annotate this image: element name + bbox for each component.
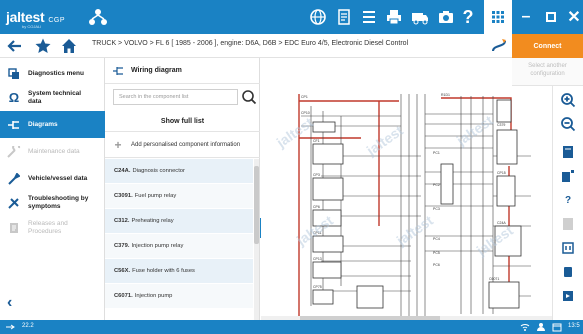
svg-text:PC5: PC5 [433, 251, 440, 255]
fuse-icon[interactable] [560, 264, 576, 280]
app-window: jaltest CGP by COJALI ? – ✕ TRUCK > VOLV… [0, 0, 583, 334]
list-icon[interactable] [359, 7, 379, 27]
svg-text:CP6: CP6 [313, 205, 320, 209]
svg-text:jaltest: jaltest [273, 114, 316, 151]
network-icon[interactable] [88, 7, 108, 27]
help-icon[interactable]: ? [458, 7, 478, 27]
list-item[interactable]: C379. Injection pump relay [105, 234, 253, 259]
svg-text:jaltest: jaltest [363, 122, 406, 159]
document-icon[interactable] [334, 7, 354, 27]
troubleshoot-icon [0, 197, 28, 209]
top-bar: jaltest CGP by COJALI ? – ✕ [0, 0, 583, 34]
svg-text:R1D1: R1D1 [441, 93, 450, 97]
svg-text:PC4: PC4 [433, 237, 440, 241]
add-component-info-button[interactable]: + Add personalised component information [105, 132, 260, 158]
home-icon[interactable] [60, 37, 78, 55]
sidebar-item-releases-procedures[interactable]: Releases and Procedures [0, 214, 105, 241]
connector-icon[interactable] [560, 240, 576, 256]
component-list: C24A. Diagnosis connector C3091. Fuel pump… [105, 159, 253, 320]
show-full-list-button[interactable]: Show full list [105, 112, 260, 132]
book-icon[interactable] [560, 144, 576, 160]
wifi-icon [520, 322, 530, 334]
plus-icon: + [114, 137, 122, 152]
list-item[interactable]: C3091. Fuel pump relay [105, 184, 253, 209]
svg-text:CP13: CP13 [313, 257, 322, 261]
list-item[interactable]: C312. Preheating relay [105, 209, 253, 234]
globe-icon[interactable] [308, 7, 328, 27]
sidebar-item-maintenance-data[interactable]: Maintenance data [0, 138, 105, 165]
status-bar: 22.2 13:5 [0, 320, 583, 334]
user-icon [536, 322, 546, 334]
svg-text:PC1: PC1 [433, 151, 440, 155]
logo-subtitle: by COJALI [22, 24, 42, 29]
svg-text:PC3: PC3 [433, 207, 440, 211]
wiring-diagram-icon [105, 65, 131, 77]
sidebar-item-diagnostics-menu[interactable]: Diagnostics menu [0, 60, 105, 87]
svg-text:C379: C379 [497, 123, 505, 127]
ohm-icon: Ω [8, 90, 20, 105]
sidebar-item-system-technical-data[interactable]: Ω System technical data [0, 84, 105, 111]
pin-icon[interactable] [560, 288, 576, 304]
component-panel: Wiring diagram Search in the component l… [105, 58, 260, 320]
usb-icon [5, 323, 15, 333]
close-button[interactable]: ✕ [560, 0, 583, 34]
wrench-icon [0, 145, 28, 158]
edit-disabled-icon[interactable] [560, 216, 576, 232]
component-info-icon[interactable] [560, 168, 576, 184]
collapse-sidebar-icon[interactable]: ‹ [7, 294, 12, 312]
svg-text:jaltest: jaltest [453, 112, 496, 149]
help-question-icon[interactable]: ? [560, 192, 576, 208]
diagram-plug-icon [0, 119, 28, 131]
svg-text:CF1: CF1 [313, 139, 320, 143]
apps-grid-icon[interactable] [484, 0, 512, 34]
panel-header: Wiring diagram [105, 58, 260, 84]
svg-text:CP1: CP1 [301, 95, 308, 99]
list-item[interactable]: C24A. Diagnosis connector [105, 159, 253, 184]
zoom-in-icon[interactable] [560, 92, 576, 108]
left-sidebar: Diagnostics menu Ω System technical data… [0, 58, 105, 320]
back-icon[interactable] [6, 37, 24, 55]
svg-text:PC2: PC2 [433, 183, 440, 187]
wiring-diagram-canvas[interactable]: CP10 CF1 CP3 CP6 CP11 CP13 CP75 PC1 PC2 … [261, 86, 552, 320]
svg-text:jaltest: jaltest [393, 212, 436, 249]
breadcrumb-bar: TRUCK > VOLVO > FL 6 [ 1985 - 2006 ], en… [0, 34, 512, 58]
diagnostics-icon [0, 67, 28, 80]
app-logo: jaltest CGP [6, 9, 66, 25]
sidebar-item-vehicle-data[interactable]: Vehicle/vessel data [0, 165, 105, 192]
component-search-input[interactable]: Search in the component list [113, 89, 238, 105]
minimize-button[interactable]: – [512, 0, 540, 34]
connection-status-icon [490, 37, 508, 55]
calendar-icon [552, 322, 562, 334]
svg-text:CP3: CP3 [313, 173, 320, 177]
clock-time: 13:5 [568, 323, 580, 329]
zoom-out-icon[interactable] [560, 116, 576, 132]
panel-title: Wiring diagram [131, 67, 182, 74]
version-label: 22.2 [22, 323, 34, 329]
select-configuration-button[interactable]: Select another configuration [512, 58, 583, 86]
tools-icon [0, 172, 28, 185]
list-item[interactable]: C56X. Fuse holder with 6 fuses [105, 259, 253, 284]
list-item[interactable]: C6071. Injection pump [105, 284, 253, 309]
search-icon[interactable] [241, 88, 257, 106]
favorite-star-icon[interactable] [34, 37, 52, 55]
procedure-doc-icon [0, 222, 28, 234]
list-scrollbar-thumb[interactable] [254, 166, 259, 244]
svg-text:CP75: CP75 [313, 285, 322, 289]
print-icon[interactable] [384, 7, 404, 27]
wiring-diagram-drawing: CP10 CF1 CP3 CP6 CP11 CP13 CP75 PC1 PC2 … [273, 93, 531, 316]
diagram-toolbar: ? [552, 86, 583, 320]
truck-icon[interactable] [410, 7, 430, 27]
svg-text:CP15: CP15 [497, 171, 506, 175]
sidebar-item-troubleshooting[interactable]: Troubleshooting by symptoms [0, 189, 105, 216]
svg-text:PC6: PC6 [433, 263, 440, 267]
breadcrumb[interactable]: TRUCK > VOLVO > FL 6 [ 1985 - 2006 ], en… [92, 40, 408, 47]
svg-text:C6071: C6071 [489, 277, 499, 281]
camera-icon[interactable] [436, 7, 456, 27]
connect-button[interactable]: Connect [512, 34, 583, 58]
sidebar-item-diagrams[interactable]: Diagrams [0, 111, 105, 138]
